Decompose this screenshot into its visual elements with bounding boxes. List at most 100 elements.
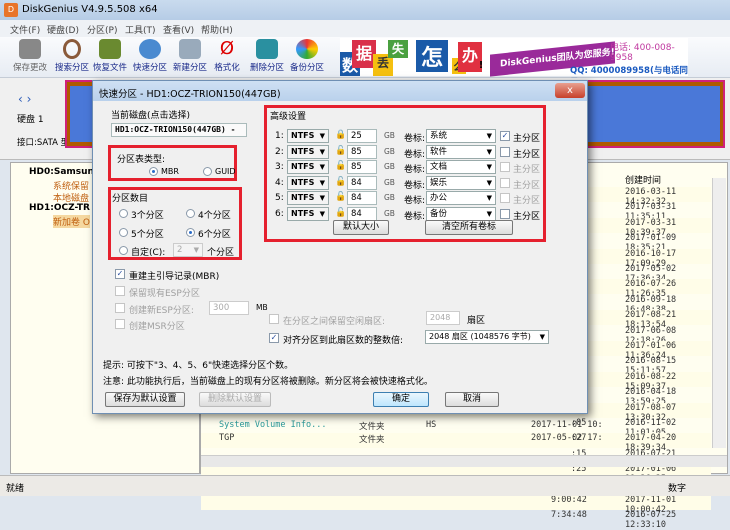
menu-file[interactable]: 文件(F)	[10, 23, 40, 36]
menu-view[interactable]: 查看(V)	[163, 23, 194, 36]
tree-item-hd1[interactable]: HD1:OCZ-TR	[29, 203, 90, 213]
size-input[interactable]: 85	[347, 144, 377, 159]
count-3-radio[interactable]	[119, 209, 128, 218]
align-checkbox[interactable]: ✓	[269, 333, 279, 343]
volume-label-value: 文档	[430, 162, 448, 173]
default-size-button[interactable]: 默认大小	[333, 220, 389, 235]
primary-checkbox[interactable]: ✓	[500, 131, 510, 141]
primary-checkbox[interactable]	[500, 162, 510, 173]
primary-label: 主分区	[513, 212, 541, 222]
unlock-icon[interactable]: 🔓	[335, 177, 346, 187]
size-input[interactable]: 85	[347, 160, 377, 175]
volume-label-select[interactable]: 文档 ▼	[426, 160, 496, 175]
table-row[interactable]: 7:34:48 2016-07-25 12:33:10	[201, 510, 711, 530]
lock-icon[interactable]: 🔒	[335, 130, 346, 140]
primary-checkbox[interactable]	[500, 193, 510, 204]
table-row[interactable]: 9:00:42 2017-11-01 10:00:42	[201, 495, 711, 515]
nav-arrows-icon[interactable]: ‹ ›	[18, 92, 31, 106]
file-name[interactable]: System Volume Info...	[219, 420, 326, 430]
filesystem-select[interactable]: NTFS ▼	[287, 160, 329, 175]
count-4-radio[interactable]	[186, 209, 195, 218]
mbr-radio[interactable]	[149, 167, 158, 176]
menu-partition[interactable]: 分区(P)	[87, 23, 117, 36]
row-number: 6:	[275, 209, 284, 219]
custom-count-value: 2	[177, 245, 183, 255]
chevron-down-icon: ▼	[486, 194, 492, 203]
align-select[interactable]: 2048 扇区 (1048576 字节) ▼	[425, 330, 549, 344]
volume-label-caption: 卷标:	[404, 180, 426, 191]
keep-esp-checkbox[interactable]	[115, 286, 125, 296]
trash-icon	[256, 39, 278, 59]
size-input[interactable]: 84	[347, 191, 377, 206]
close-button[interactable]: x	[555, 83, 585, 98]
primary-checkbox[interactable]	[500, 177, 510, 188]
reserve-sectors-input[interactable]: 2048	[426, 311, 460, 325]
size-input[interactable]: 25	[347, 129, 377, 143]
filesystem-select[interactable]: NTFS ▼	[287, 207, 329, 221]
filesystem-select[interactable]: NTFS ▼	[287, 144, 329, 159]
clear-labels-button[interactable]: 清空所有卷标	[425, 220, 513, 235]
count-3-label: 3个分区	[131, 211, 164, 221]
tree-item-hd0[interactable]: HD0:Samsung	[29, 167, 100, 177]
custom-count-radio[interactable]	[119, 246, 128, 255]
rebuild-mbr-checkbox[interactable]: ✓	[115, 269, 125, 279]
chevron-down-icon: ▼	[539, 333, 545, 341]
current-disk-select[interactable]: HD1:OCZ-TRION150(447GB) -	[111, 123, 247, 137]
save-default-button[interactable]: 保存为默认设置	[105, 392, 185, 407]
menu-tools[interactable]: 工具(T)	[125, 23, 156, 36]
banner-phone: 电话: 400-008-9958	[610, 43, 675, 63]
unlock-icon[interactable]: 🔓	[335, 161, 346, 171]
esp-size-input[interactable]: 300	[209, 301, 249, 315]
tree-item-partition[interactable]: 新加卷 O	[53, 215, 90, 228]
volume-label-select[interactable]: 系统 ▼	[426, 129, 496, 143]
current-disk-value: HD1:OCZ-TRION150(447GB) -	[115, 125, 236, 134]
app-logo-icon: D	[4, 3, 18, 17]
menu-disk[interactable]: 硬盘(D)	[47, 23, 79, 36]
status-bar: 就绪 数字	[0, 475, 730, 496]
format-button[interactable]: Ø 格式化	[205, 39, 249, 74]
file-name[interactable]: TGP	[219, 433, 234, 443]
save-changes-button[interactable]: 保存更改	[8, 39, 52, 73]
align-label: 对齐分区到此扇区数的整数倍:	[283, 336, 404, 346]
quick-partition-button[interactable]: 快速分区	[128, 39, 172, 73]
primary-checkbox[interactable]	[500, 146, 510, 157]
create-msr-checkbox[interactable]	[115, 319, 125, 329]
column-header-created[interactable]: 创建时间	[625, 173, 661, 186]
backup-icon	[296, 39, 318, 59]
ad-banner[interactable]: 数 据 丢 失 怎 么 办 ! DiskGenius团队为您服务! 电话: 40…	[340, 38, 688, 88]
recover-files-button[interactable]: 恢复文件	[88, 39, 132, 73]
create-esp-checkbox[interactable]	[115, 303, 125, 313]
horizontal-scrollbar[interactable]	[201, 455, 727, 467]
volume-label-select[interactable]: 娱乐 ▼	[426, 175, 496, 190]
ok-button[interactable]: 确定	[373, 392, 429, 407]
button-label: 快速分区	[132, 63, 167, 73]
file-type: 文件夹	[359, 435, 385, 445]
menu-help[interactable]: 帮助(H)	[201, 23, 233, 36]
button-label: 恢复文件	[92, 63, 127, 73]
filesystem-select[interactable]: NTFS ▼	[287, 175, 329, 190]
unlock-icon[interactable]: 🔓	[335, 146, 346, 156]
reserve-sectors-checkbox[interactable]	[269, 314, 279, 324]
count-6-radio[interactable]	[186, 228, 195, 237]
unlock-icon[interactable]: 🔓	[335, 192, 346, 202]
volume-label-select[interactable]: 软件 ▼	[426, 144, 496, 159]
cancel-button[interactable]: 取消	[445, 392, 499, 407]
delete-partition-button[interactable]: 删除分区	[245, 39, 289, 73]
guid-radio[interactable]	[203, 167, 212, 176]
volume-label-select[interactable]: 备份 ▼	[426, 207, 496, 221]
dialog-title: 快速分区 - HD1:OCZ-TRION150(447GB)	[99, 89, 281, 100]
primary-checkbox[interactable]	[500, 209, 510, 219]
filesystem-select[interactable]: NTFS ▼	[287, 129, 329, 143]
filesystem-select[interactable]: NTFS ▼	[287, 191, 329, 206]
quick-partition-icon	[139, 39, 161, 59]
unlock-icon[interactable]: 🔓	[335, 208, 346, 218]
count-5-radio[interactable]	[119, 228, 128, 237]
custom-count-select[interactable]: 2 ▼	[173, 243, 203, 257]
create-msr-label: 创建MSR分区	[129, 322, 185, 332]
vertical-scrollbar[interactable]	[712, 178, 726, 448]
volume-label-select[interactable]: 办公 ▼	[426, 191, 496, 206]
backup-partition-button[interactable]: 备份分区	[285, 39, 329, 73]
size-input[interactable]: 84	[347, 207, 377, 221]
size-input[interactable]: 84	[347, 175, 377, 190]
delete-default-button[interactable]: 删除默认设置	[199, 392, 271, 407]
